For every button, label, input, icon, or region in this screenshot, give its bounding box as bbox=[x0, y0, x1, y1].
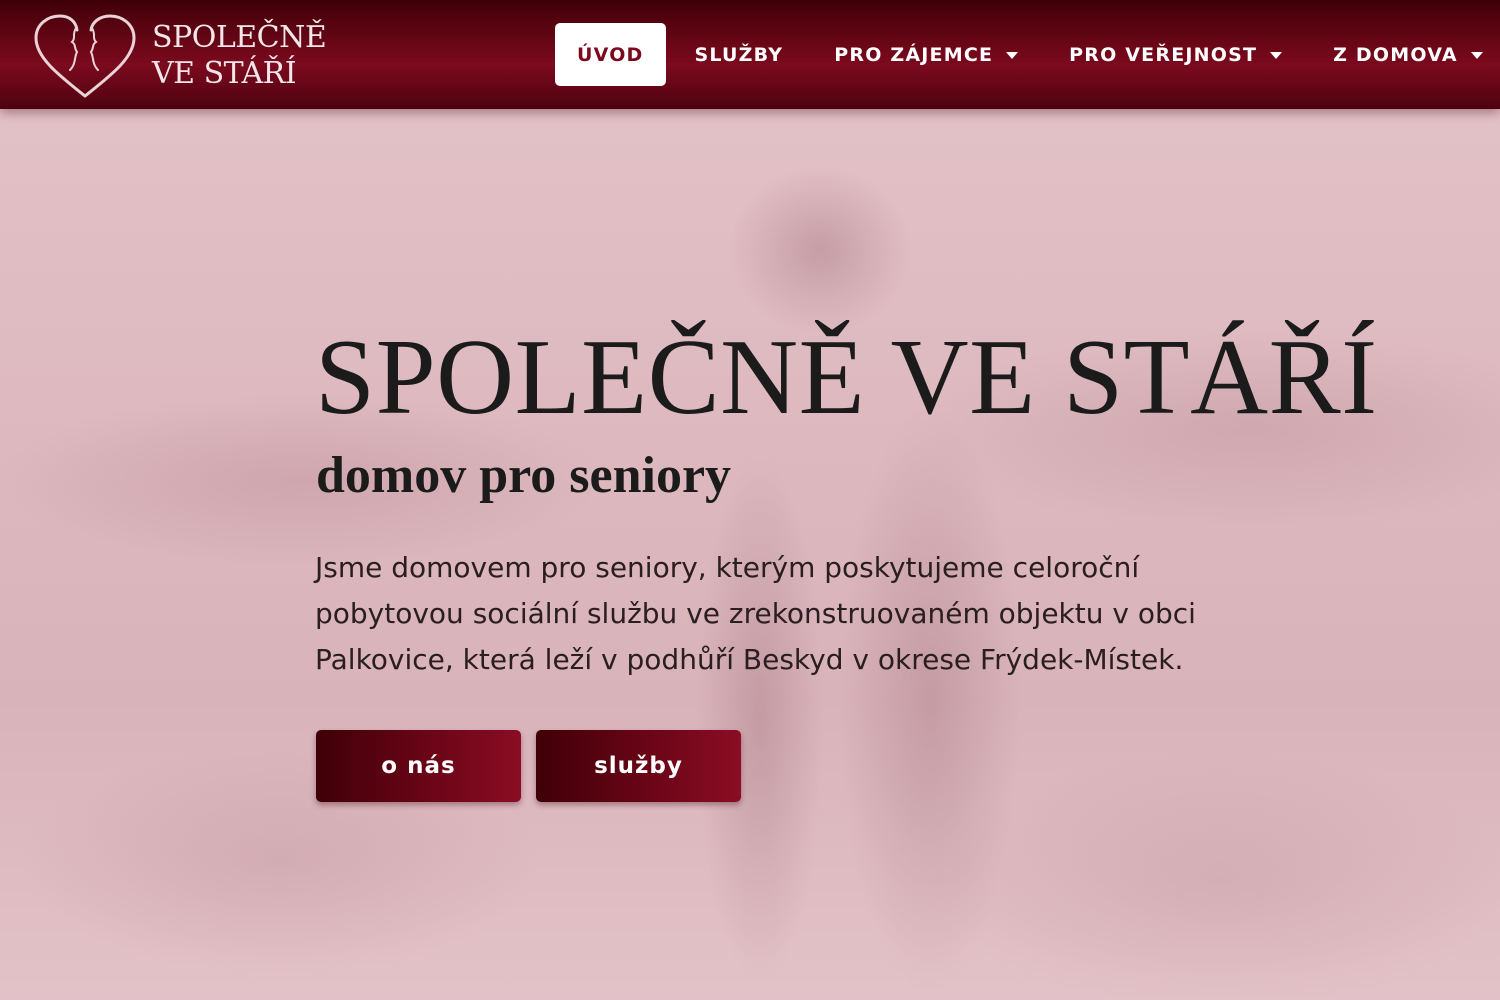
nav-item-z-domova[interactable]: Z DOMOVA bbox=[1333, 23, 1483, 86]
site-header: SPOLEČNĚ VE STÁŘÍ ÚVOD SLUŽBY PRO ZÁJEMC… bbox=[0, 0, 1500, 109]
nav-item-label: ÚVOD bbox=[577, 43, 644, 66]
nav-item-uvod[interactable]: ÚVOD bbox=[555, 23, 666, 86]
nav-item-pro-zajemce[interactable]: PRO ZÁJEMCE bbox=[834, 23, 1019, 86]
nav-item-pro-verejnost[interactable]: PRO VEŘEJNOST bbox=[1069, 23, 1283, 86]
hero-description: Jsme domovem pro seniory, kterým poskytu… bbox=[315, 551, 1196, 676]
nav-item-label: PRO VEŘEJNOST bbox=[1069, 43, 1258, 66]
caret-down-icon bbox=[1006, 52, 1019, 59]
logo-line-1: SPOLEČNĚ bbox=[152, 20, 327, 55]
hero-title: SPOLEČNĚ VE STÁŘÍ bbox=[315, 318, 1378, 437]
hero-buttons: o nás služby bbox=[316, 730, 756, 802]
nav-item-label: Z DOMOVA bbox=[1333, 43, 1458, 66]
logo-wordmark: SPOLEČNĚ VE STÁŘÍ bbox=[152, 20, 327, 92]
hero-background-image bbox=[0, 0, 1500, 1000]
caret-down-icon bbox=[1470, 52, 1483, 59]
caret-down-icon bbox=[1270, 52, 1283, 59]
services-button[interactable]: služby bbox=[536, 730, 741, 802]
nav-item-label: SLUŽBY bbox=[694, 43, 784, 66]
hero-subtitle: domov pro seniory bbox=[316, 447, 732, 504]
logo-line-2: VE STÁŘÍ bbox=[152, 56, 297, 91]
heart-with-faces-icon bbox=[34, 14, 136, 98]
nav-item-sluzby[interactable]: SLUŽBY bbox=[695, 23, 784, 86]
main-nav: ÚVOD SLUŽBY PRO ZÁJEMCE PRO VEŘEJNOST Z … bbox=[555, 23, 1500, 86]
about-us-button[interactable]: o nás bbox=[316, 730, 521, 802]
nav-item-label: PRO ZÁJEMCE bbox=[834, 43, 994, 66]
site-logo[interactable]: SPOLEČNĚ VE STÁŘÍ bbox=[30, 10, 327, 100]
